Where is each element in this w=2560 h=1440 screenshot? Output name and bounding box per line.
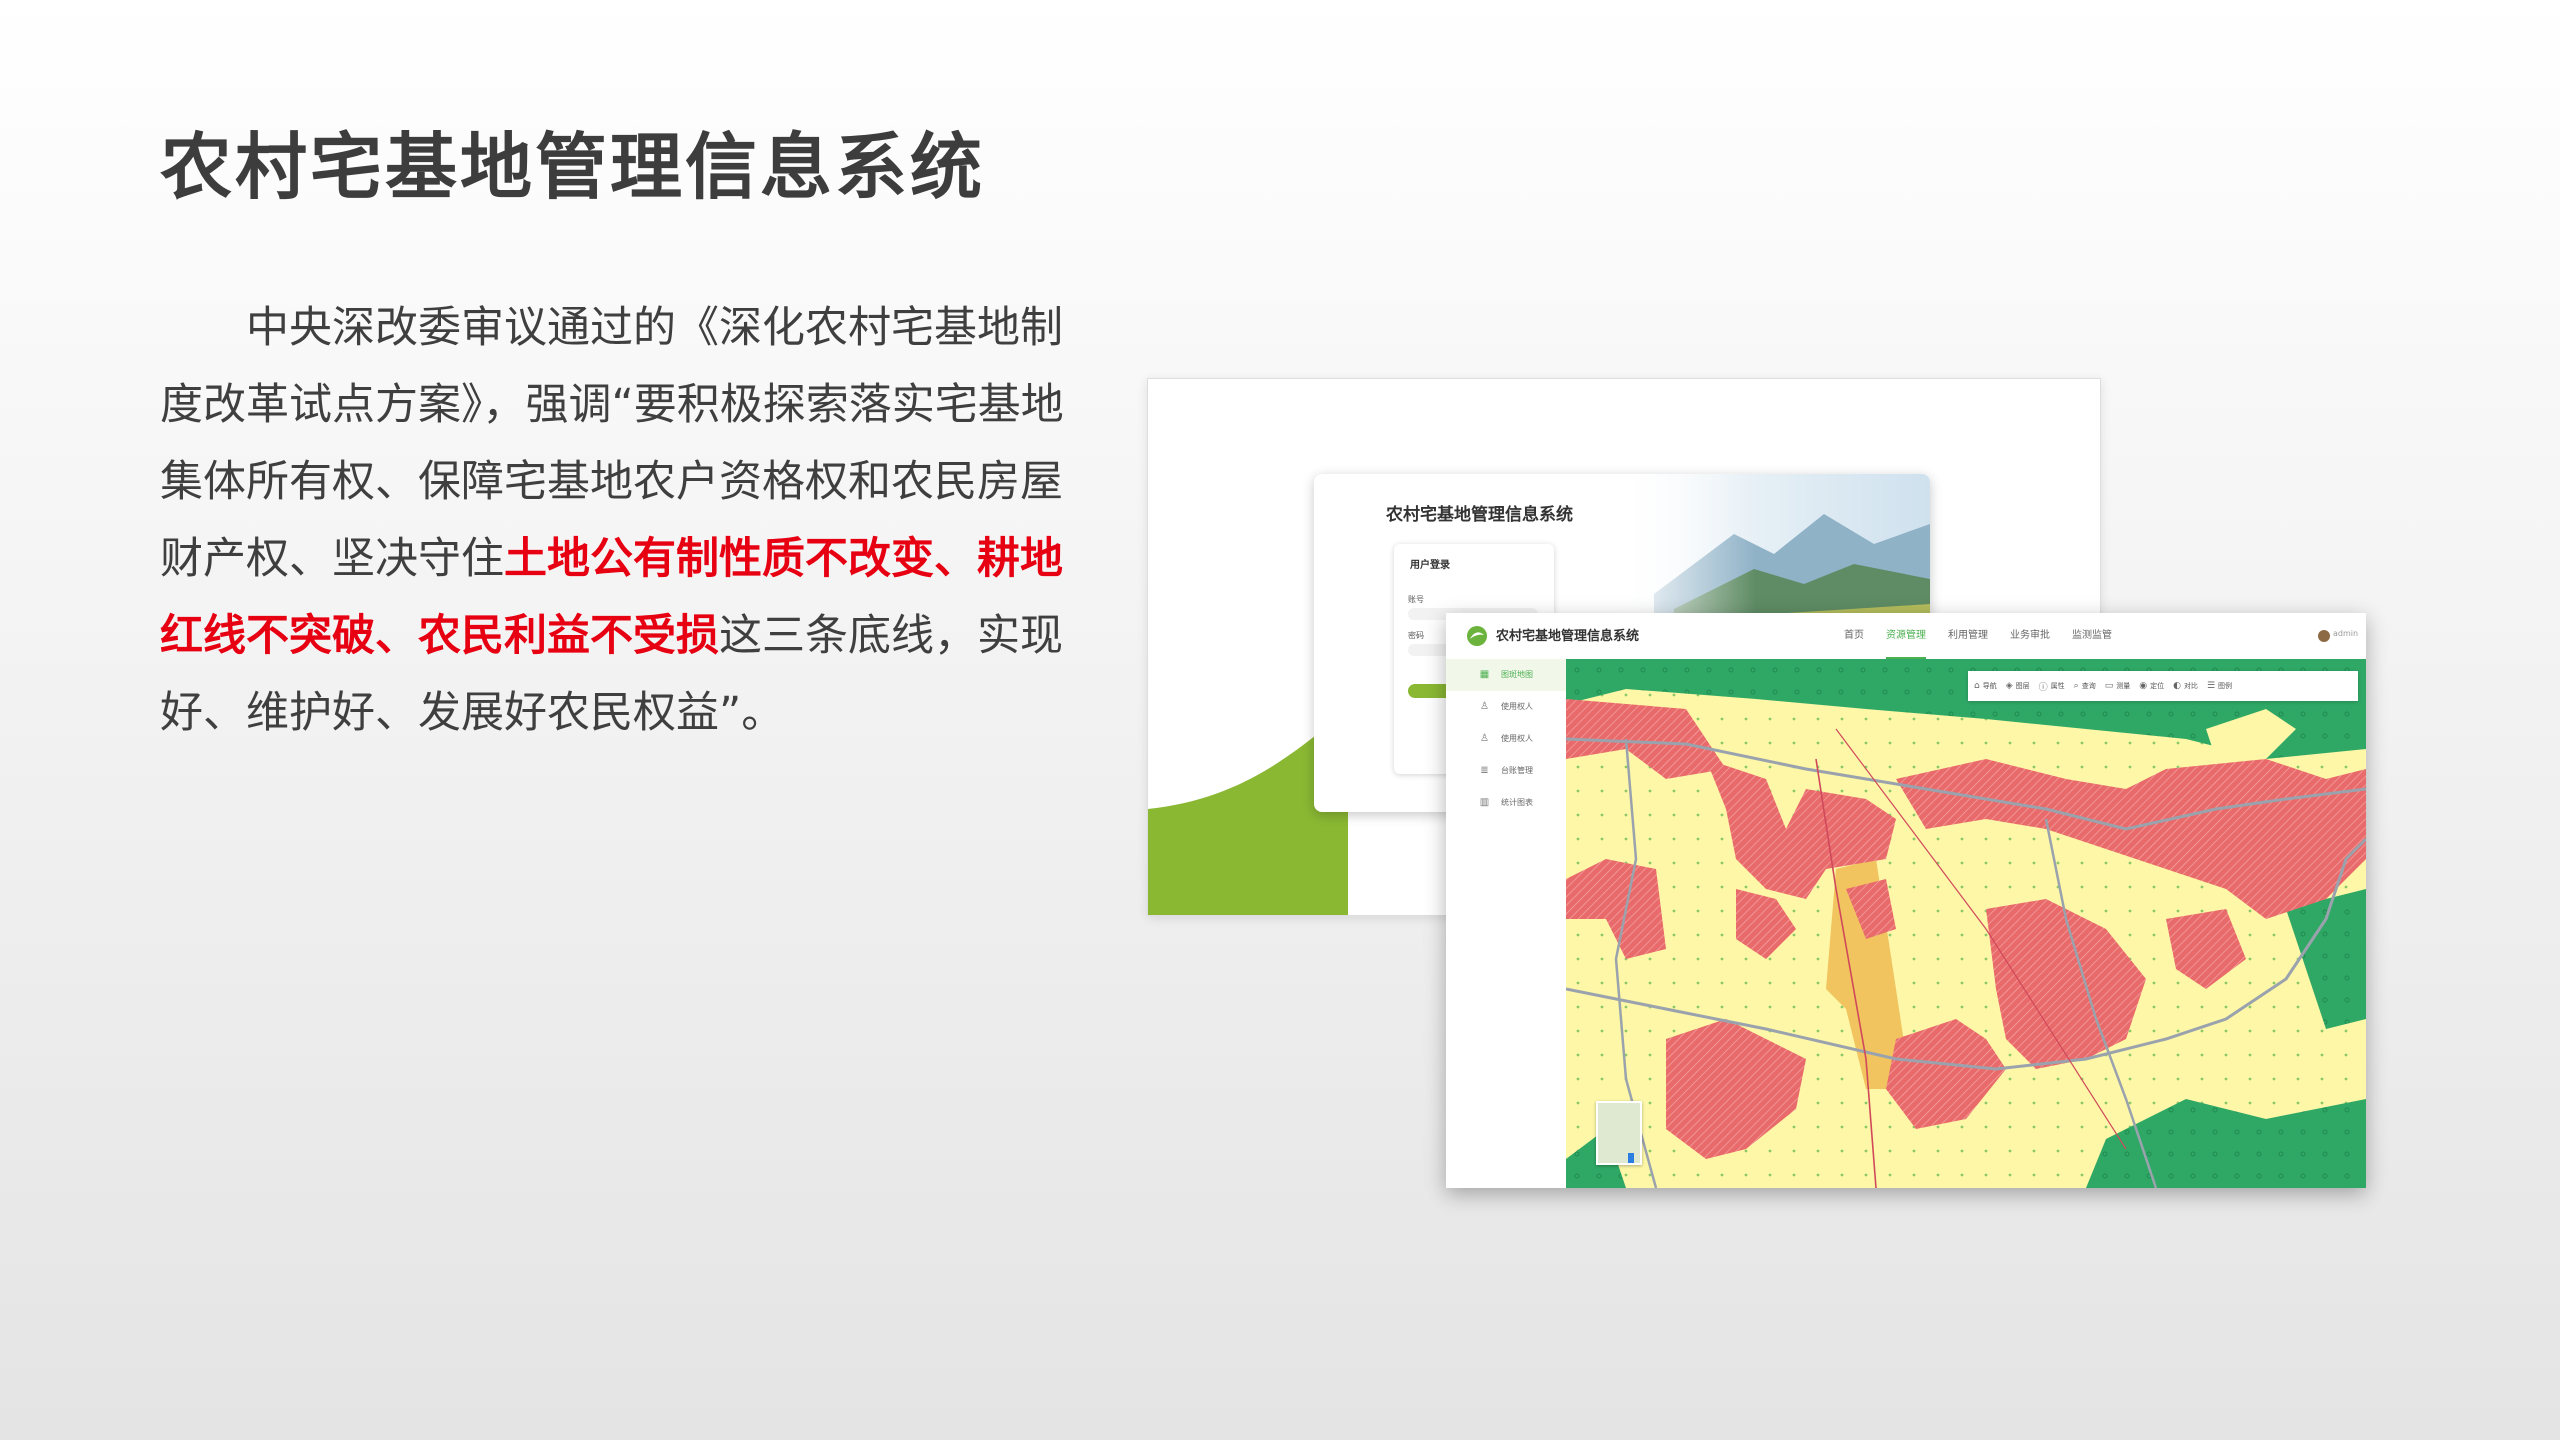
- nav-home[interactable]: 首页: [1844, 613, 1864, 659]
- sidebar: ▦ 图斑地图 ♙ 使用权人 ♙ 使用权人 ≣ 台账管理 ▥ 统计图表: [1446, 659, 1567, 1188]
- tool-label: 测量: [2116, 682, 2131, 690]
- nav-approval[interactable]: 业务审批: [2010, 613, 2050, 659]
- login-form-title: 用户登录: [1410, 560, 1450, 571]
- nav-monitoring[interactable]: 监测监管: [2072, 613, 2112, 659]
- sidebar-item-rights-holder[interactable]: ♙ 使用权人: [1446, 691, 1566, 723]
- sidebar-item-label: 台账管理: [1501, 766, 1533, 775]
- compare-icon: ◐: [2173, 681, 2181, 691]
- ruler-icon: ▭: [2104, 681, 2114, 691]
- sidebar-item-ledger[interactable]: ≣ 台账管理: [1446, 755, 1566, 787]
- sidebar-item-label: 统计图表: [1501, 798, 1533, 807]
- tool-label: 定位: [2150, 682, 2165, 690]
- map-system-screenshot: 农村宅基地管理信息系统 首页 资源管理 利用管理 业务审批 监测监管 admin…: [1446, 613, 2366, 1188]
- location-icon: ◉: [2139, 681, 2148, 691]
- user-icon: ♙: [1480, 701, 1489, 712]
- map-view[interactable]: ⌂ 导航 ◈ 图层 ⓘ 属性 ⌕ 查询 ▭ 测量 ◉ 定位 ◐ 对比 ☰ 图例: [1566, 659, 2366, 1188]
- tool-label: 属性: [2050, 682, 2065, 690]
- tool-label: 导航: [1982, 682, 1997, 690]
- password-label: 密码: [1408, 631, 1424, 640]
- minimap-badge: [1628, 1153, 1635, 1163]
- username-label: 账号: [1408, 595, 1424, 604]
- nav-resource-management[interactable]: 资源管理: [1886, 613, 1926, 659]
- map-icon: ▦: [1479, 669, 1490, 680]
- sidebar-item-rights-holder-2[interactable]: ♙ 使用权人: [1446, 723, 1566, 755]
- layers-icon: ◈: [2005, 681, 2013, 691]
- tool-compare[interactable]: ◐ 对比: [2173, 681, 2198, 691]
- top-nav: 首页 资源管理 利用管理 业务审批 监测监管: [1844, 613, 2134, 659]
- minimap-thumbnail[interactable]: [1596, 1101, 1642, 1165]
- map-toolbar: ⌂ 导航 ◈ 图层 ⓘ 属性 ⌕ 查询 ▭ 测量 ◉ 定位 ◐ 对比 ☰ 图例: [1968, 671, 2358, 701]
- nav-usage-management[interactable]: 利用管理: [1948, 613, 1988, 659]
- app-title: 农村宅基地管理信息系统: [1496, 629, 1640, 644]
- info-icon: ⓘ: [2038, 682, 2048, 693]
- sidebar-item-statistics[interactable]: ▥ 统计图表: [1446, 787, 1566, 819]
- tool-layers[interactable]: ◈ 图层: [2006, 681, 2030, 691]
- tool-query[interactable]: ⌕ 查询: [2074, 681, 2096, 691]
- search-icon: ⌕: [2073, 681, 2079, 691]
- sidebar-item-label: 图斑地图: [1501, 670, 1533, 679]
- slide-title: 农村宅基地管理信息系统: [160, 125, 986, 209]
- login-system-title: 农村宅基地管理信息系统: [1386, 505, 1573, 525]
- chart-icon: ▥: [1479, 797, 1490, 808]
- user-name[interactable]: admin: [2333, 629, 2358, 638]
- tool-label: 查询: [2081, 682, 2096, 690]
- tool-label: 对比: [2183, 682, 2198, 690]
- tool-label: 图层: [2015, 682, 2030, 690]
- navigate-icon: ⌂: [1974, 681, 1980, 691]
- sidebar-item-label: 使用权人: [1501, 702, 1533, 711]
- user-icon: ♙: [1480, 733, 1489, 744]
- sidebar-item-label: 使用权人: [1501, 734, 1533, 743]
- mountain-landscape-image: [1614, 474, 1930, 624]
- land-use-map[interactable]: [1566, 659, 2366, 1188]
- tool-navigate[interactable]: ⌂ 导航: [1974, 681, 1997, 691]
- list-icon: ☰: [2206, 681, 2216, 691]
- tool-measure[interactable]: ▭ 测量: [2105, 681, 2131, 691]
- app-header: 农村宅基地管理信息系统 首页 资源管理 利用管理 业务审批 监测监管 admin: [1446, 613, 2366, 660]
- system-logo-icon: [1467, 626, 1487, 646]
- avatar[interactable]: [2318, 630, 2330, 642]
- database-icon: ≣: [1480, 765, 1489, 776]
- tool-locate[interactable]: ◉ 定位: [2139, 681, 2164, 691]
- body-paragraph: 中央深改委审议通过的《深化农村宅基地制度改革试点方案》，强调“要积极探索落实宅基…: [160, 290, 1080, 752]
- sidebar-item-map[interactable]: ▦ 图斑地图: [1446, 659, 1566, 691]
- tool-attributes[interactable]: ⓘ 属性: [2039, 680, 2065, 693]
- tool-label: 图例: [2218, 682, 2233, 690]
- tool-legend[interactable]: ☰ 图例: [2207, 681, 2232, 691]
